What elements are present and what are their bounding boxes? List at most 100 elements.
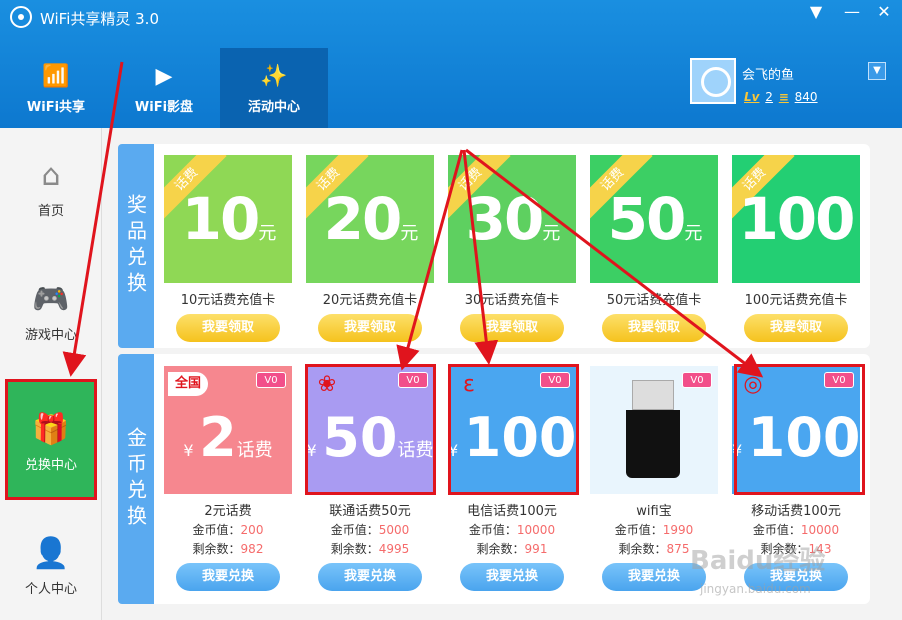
coin-value-label: 金币值： <box>330 523 379 537</box>
coin-value: 5000 <box>378 523 410 537</box>
coin-value: 10000 <box>800 523 840 537</box>
coin-prize-name: 移动话费100元 <box>751 504 841 519</box>
coin-value-label: 金币值： <box>192 523 241 537</box>
sidebar-item-label: 首页 <box>37 204 64 219</box>
coin-prize-name: wifi宝 <box>636 504 672 519</box>
prize-unit: 元 <box>542 223 560 244</box>
claim-button[interactable]: 我要领取 <box>460 314 564 342</box>
wifi-icon: 📶 <box>42 64 70 89</box>
coin-prize-image[interactable]: 全国 ¥ 2话费 V0 <box>164 366 292 494</box>
claim-button[interactable]: 我要领取 <box>602 314 706 342</box>
prize-unit: 元 <box>684 223 702 244</box>
prize-image[interactable]: 话费100元 <box>732 155 860 283</box>
coin-value-label: 金币值： <box>614 523 663 537</box>
vip-level-tag: V0 <box>682 372 712 388</box>
menu-dropdown-button[interactable]: ▼ <box>804 2 828 24</box>
prize-unit: 元 <box>400 223 418 244</box>
person-icon: 👤 <box>32 536 70 571</box>
section-label-coins: 金币兑换 <box>118 354 154 604</box>
sidebar: ⌂ 首页 🎮 游戏中心 🎁 兑换中心 👤 个人中心 <box>0 128 102 620</box>
sidebar-item-game-center[interactable]: 🎮 游戏中心 <box>0 252 102 362</box>
exchange-button[interactable]: 我要兑换 <box>460 563 564 591</box>
prize-value: 30 <box>465 185 545 253</box>
sidebar-item-home[interactable]: ⌂ 首页 <box>0 128 102 238</box>
level-icon: Lv <box>744 90 760 104</box>
tab-activity-center[interactable]: ✨ 活动中心 <box>220 48 328 128</box>
nationwide-badge: 全国 <box>168 372 208 396</box>
user-dropdown-button[interactable]: ▼ <box>868 62 886 80</box>
avatar[interactable] <box>690 58 736 104</box>
stock-label: 剩余数： <box>476 542 525 556</box>
coin-value: 200 <box>240 523 264 537</box>
sidebar-item-label: 个人中心 <box>24 582 77 597</box>
coin-value-label: 金币值： <box>752 523 801 537</box>
sidebar-item-personal-center[interactable]: 👤 个人中心 <box>0 506 102 616</box>
prize-card: 话费100元 100元话费充值卡我要领取 <box>732 155 860 342</box>
prize-image[interactable]: 话费 30元 <box>448 155 576 283</box>
claim-button[interactable]: 我要领取 <box>176 314 280 342</box>
prize-value: 100 <box>738 185 855 253</box>
prize-name: 20元话费充值卡 <box>322 293 418 308</box>
stock-value: 875 <box>666 542 690 556</box>
sidebar-item-label: 游戏中心 <box>24 328 77 343</box>
sidebar-item-label: 兑换中心 <box>24 458 77 473</box>
app-title: WiFi共享精灵 3.0 <box>40 10 159 28</box>
prize-name: 50元话费充值卡 <box>606 293 702 308</box>
coin-value: 1990 <box>662 523 694 537</box>
coin-prize-name: 2元话费 <box>204 504 252 519</box>
home-icon: ⌂ <box>41 158 61 193</box>
minimize-button[interactable]: — <box>840 2 864 24</box>
coin-prize-image[interactable]: V0 <box>590 366 718 494</box>
prize-name: 100元话费充值卡 <box>744 293 848 308</box>
gift-icon: 🎁 <box>32 412 70 447</box>
prize-image[interactable]: 话费 20元 <box>306 155 434 283</box>
tab-label: WiFi共享 <box>26 100 86 115</box>
exchange-button[interactable]: 我要兑换 <box>176 563 280 591</box>
prize-card: 话费 50元 50元话费充值卡我要领取 <box>590 155 718 342</box>
prize-value: 10 <box>181 185 261 253</box>
yen-sign: ¥ <box>183 441 194 460</box>
prize-image[interactable]: 话费 50元 <box>590 155 718 283</box>
tab-wifi-share[interactable]: 📶 WiFi共享 <box>2 48 110 128</box>
coin-card: 全国 ¥ 2话费 V0 2元话费 金币值：200 剩余数：982 我要兑换 <box>164 366 292 591</box>
gamepad-icon: 🎮 <box>32 282 70 317</box>
prize-card: 话费 20元 20元话费充值卡我要领取 <box>306 155 434 342</box>
coin-prize-value: 2 <box>199 406 237 469</box>
stock-label: 剩余数： <box>330 542 379 556</box>
stock-value: 991 <box>524 542 548 556</box>
stock-label: 剩余数： <box>192 542 241 556</box>
user-name: 会飞的鱼 <box>742 68 795 83</box>
sidebar-item-exchange-center[interactable]: 🎁 兑换中心 <box>5 379 97 500</box>
user-level[interactable]: 2 <box>765 90 773 104</box>
claim-button[interactable]: 我要领取 <box>318 314 422 342</box>
exchange-button[interactable]: 我要兑换 <box>318 563 422 591</box>
prize-value: 50 <box>607 185 687 253</box>
claim-button[interactable]: 我要领取 <box>744 314 848 342</box>
coin-prize-unit: 话费 <box>236 440 273 461</box>
highlight-box <box>305 364 436 495</box>
section-label-prizes: 奖品兑换 <box>118 144 154 348</box>
highlight-box <box>448 364 579 495</box>
title-bar: WiFi共享精灵 3.0 ▼ — ✕ 📶 WiFi共享 ▶ WiFi影盘 ✨ 活… <box>0 0 902 128</box>
coin-icon: ≡ <box>778 90 789 104</box>
prize-card: 话费 30元 30元话费充值卡 我要领取 <box>448 155 576 342</box>
usb-wifi-dongle-image <box>620 380 686 480</box>
tab-label: WiFi影盘 <box>134 100 194 115</box>
prize-image[interactable]: 话费 10元 <box>164 155 292 283</box>
stock-value: 982 <box>240 542 264 556</box>
prize-card: 话费 10元 10元话费充值卡我要领取 <box>164 155 292 342</box>
coin-prize-name: 电信话费100元 <box>467 504 557 519</box>
highlight-box <box>734 364 865 495</box>
coin-value: 10000 <box>516 523 556 537</box>
close-button[interactable]: ✕ <box>872 2 896 24</box>
app-logo-icon <box>10 6 32 28</box>
magic-wand-icon: ✨ <box>260 64 288 89</box>
tab-wifi-disk[interactable]: ▶ WiFi影盘 <box>110 48 218 128</box>
user-coins[interactable]: 840 <box>795 90 818 104</box>
prize-value: 20 <box>323 185 403 253</box>
coin-prize-name: 联通话费50元 <box>329 504 411 519</box>
stock-value: 4995 <box>378 542 410 556</box>
tab-label: 活动中心 <box>247 100 300 115</box>
stock-label: 剩余数： <box>618 542 667 556</box>
prize-name: 10元话费充值卡 <box>180 293 276 308</box>
